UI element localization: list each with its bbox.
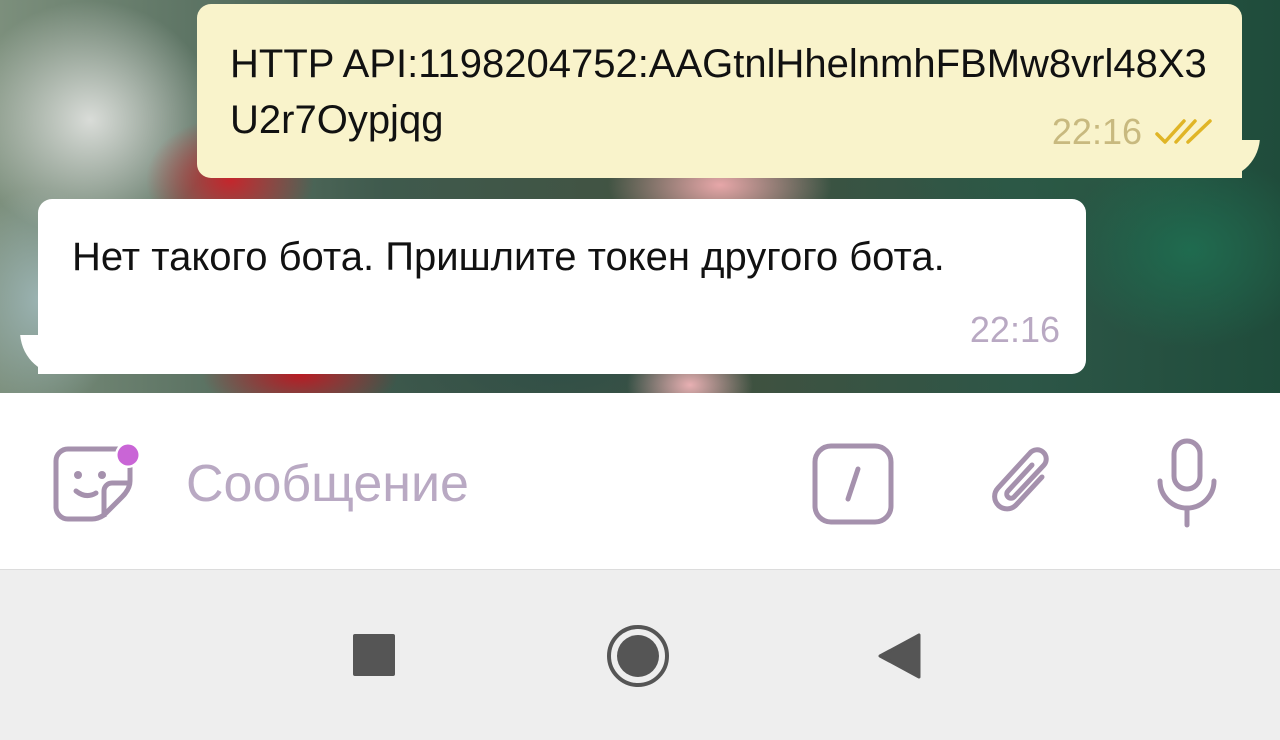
incoming-message-text: Нет такого бота. Пришлите токен другого … [72,235,945,279]
microphone-icon[interactable] [1152,437,1222,529]
message-input[interactable] [186,449,746,519]
incoming-message-time: 22:16 [969,309,1060,350]
incoming-message-meta: 22:16 [970,302,1060,358]
double-check-icon [1154,116,1214,148]
sticker-badge-dot [117,444,139,466]
paperclip-icon[interactable] [984,439,1064,527]
circle-home-icon[interactable] [606,624,670,688]
message-composer [0,393,1280,570]
system-navigation-bar [0,570,1280,740]
sticker-smile-icon[interactable] [52,441,144,525]
outgoing-message-time: 22:16 [1051,111,1142,152]
chat-area[interactable]: HTTP API:1198204752:AAGtnlHhelnmhFBMw8vr… [0,0,1280,393]
triangle-back-icon[interactable] [876,632,922,680]
incoming-bubble-tail [18,335,40,374]
square-recents-icon[interactable] [352,633,396,677]
outgoing-message[interactable]: HTTP API:1198204752:AAGtnlHhelnmhFBMw8vr… [197,4,1242,178]
incoming-message[interactable]: Нет такого бота. Пришлите токен другого … [38,199,1086,374]
slash-command-icon[interactable] [812,443,894,525]
outgoing-message-meta: 22:16 [1052,104,1214,160]
